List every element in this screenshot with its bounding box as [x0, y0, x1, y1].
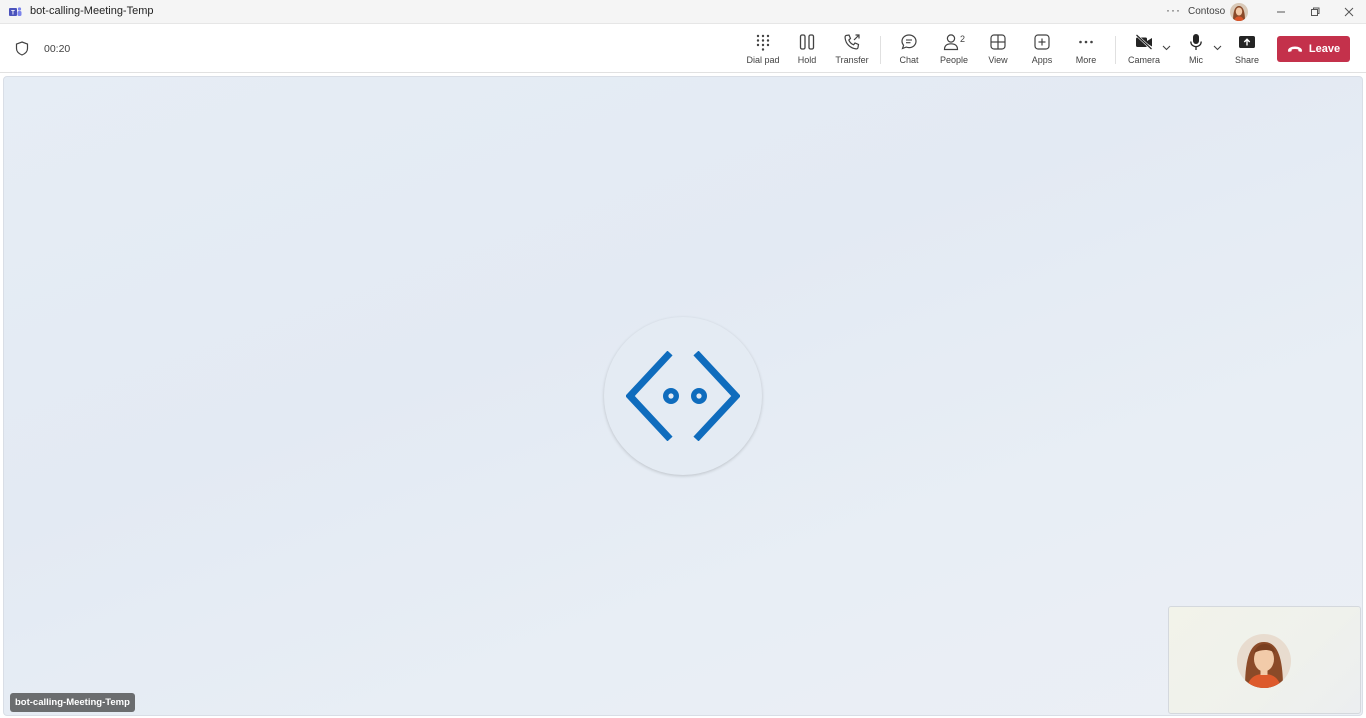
user-photo-icon	[1230, 3, 1248, 21]
people-icon	[943, 34, 959, 51]
view-button[interactable]: View	[982, 31, 1014, 71]
more-label: More	[1075, 55, 1097, 65]
people-button[interactable]: 2 People	[936, 31, 972, 71]
titlebar-more-button[interactable]: ···	[1166, 3, 1181, 17]
chat-label: Chat	[899, 55, 919, 65]
bot-code-icon	[626, 351, 740, 441]
apps-label: Apps	[1031, 55, 1053, 65]
hold-button[interactable]: Hold	[791, 31, 823, 71]
restore-button[interactable]	[1300, 0, 1330, 24]
mic-button[interactable]: Mic	[1180, 31, 1212, 71]
minimize-icon	[1277, 11, 1285, 13]
apps-button[interactable]: Apps	[1026, 31, 1058, 71]
camera-off-icon	[1135, 34, 1153, 50]
participant-name-tag: bot-calling-Meeting-Temp	[10, 693, 135, 712]
teams-logo-icon: T	[9, 7, 22, 17]
camera-label: Camera	[1127, 55, 1160, 65]
share-label: Share	[1234, 55, 1260, 65]
participant-name: bot-calling-Meeting-Temp	[15, 697, 130, 708]
mic-label: Mic	[1189, 55, 1203, 65]
toolbar-divider	[1115, 36, 1116, 64]
hold-label: Hold	[797, 55, 817, 65]
window-title: bot-calling-Meeting-Temp	[30, 5, 154, 17]
microphone-icon	[1190, 34, 1202, 50]
profile-avatar[interactable]	[1230, 3, 1248, 21]
self-view-tile[interactable]	[1168, 606, 1361, 714]
add-app-icon	[1034, 34, 1050, 50]
window-titlebar: T bot-calling-Meeting-Temp ··· Contoso	[0, 0, 1366, 24]
more-button[interactable]: More	[1070, 31, 1102, 71]
svg-text:T: T	[11, 11, 15, 17]
call-toolbar: 00:20 Dial pad Hold Transfer Chat 2 Peop…	[0, 25, 1366, 73]
close-button[interactable]	[1334, 0, 1364, 24]
transfer-label: Transfer	[835, 55, 869, 65]
dialpad-button[interactable]: Dial pad	[745, 31, 781, 71]
close-icon	[1344, 7, 1354, 17]
share-button[interactable]: Share	[1231, 31, 1263, 71]
toolbar-divider	[880, 36, 881, 64]
chat-button[interactable]: Chat	[893, 31, 925, 71]
camera-options-chevron-icon[interactable]	[1162, 45, 1171, 51]
call-timer: 00:20	[44, 43, 71, 55]
view-label: View	[988, 55, 1008, 65]
user-photo-icon	[1237, 634, 1291, 688]
transfer-button[interactable]: Transfer	[833, 31, 871, 71]
self-avatar	[1237, 634, 1291, 688]
people-label: People	[939, 55, 969, 65]
minimize-button[interactable]	[1266, 0, 1296, 24]
leave-button[interactable]: Leave	[1277, 36, 1350, 62]
shield-icon[interactable]	[15, 41, 29, 56]
share-screen-icon	[1239, 36, 1255, 48]
mic-options-chevron-icon[interactable]	[1213, 45, 1222, 51]
hang-up-icon	[1287, 46, 1302, 52]
bot-avatar	[604, 317, 762, 475]
grid-view-icon	[990, 34, 1006, 50]
meeting-stage: bot-calling-Meeting-Temp	[3, 76, 1363, 716]
leave-label: Leave	[1308, 43, 1341, 55]
camera-button[interactable]: Camera	[1126, 31, 1162, 71]
org-switcher[interactable]: Contoso	[1188, 6, 1225, 17]
dialpad-icon	[756, 34, 770, 51]
dialpad-label: Dial pad	[746, 55, 780, 65]
chat-icon	[901, 34, 917, 50]
more-horizontal-icon	[1079, 40, 1093, 44]
people-count-badge: 2	[959, 34, 965, 44]
pause-icon	[799, 34, 815, 50]
restore-icon	[1311, 7, 1320, 16]
phone-transfer-icon	[844, 34, 860, 50]
